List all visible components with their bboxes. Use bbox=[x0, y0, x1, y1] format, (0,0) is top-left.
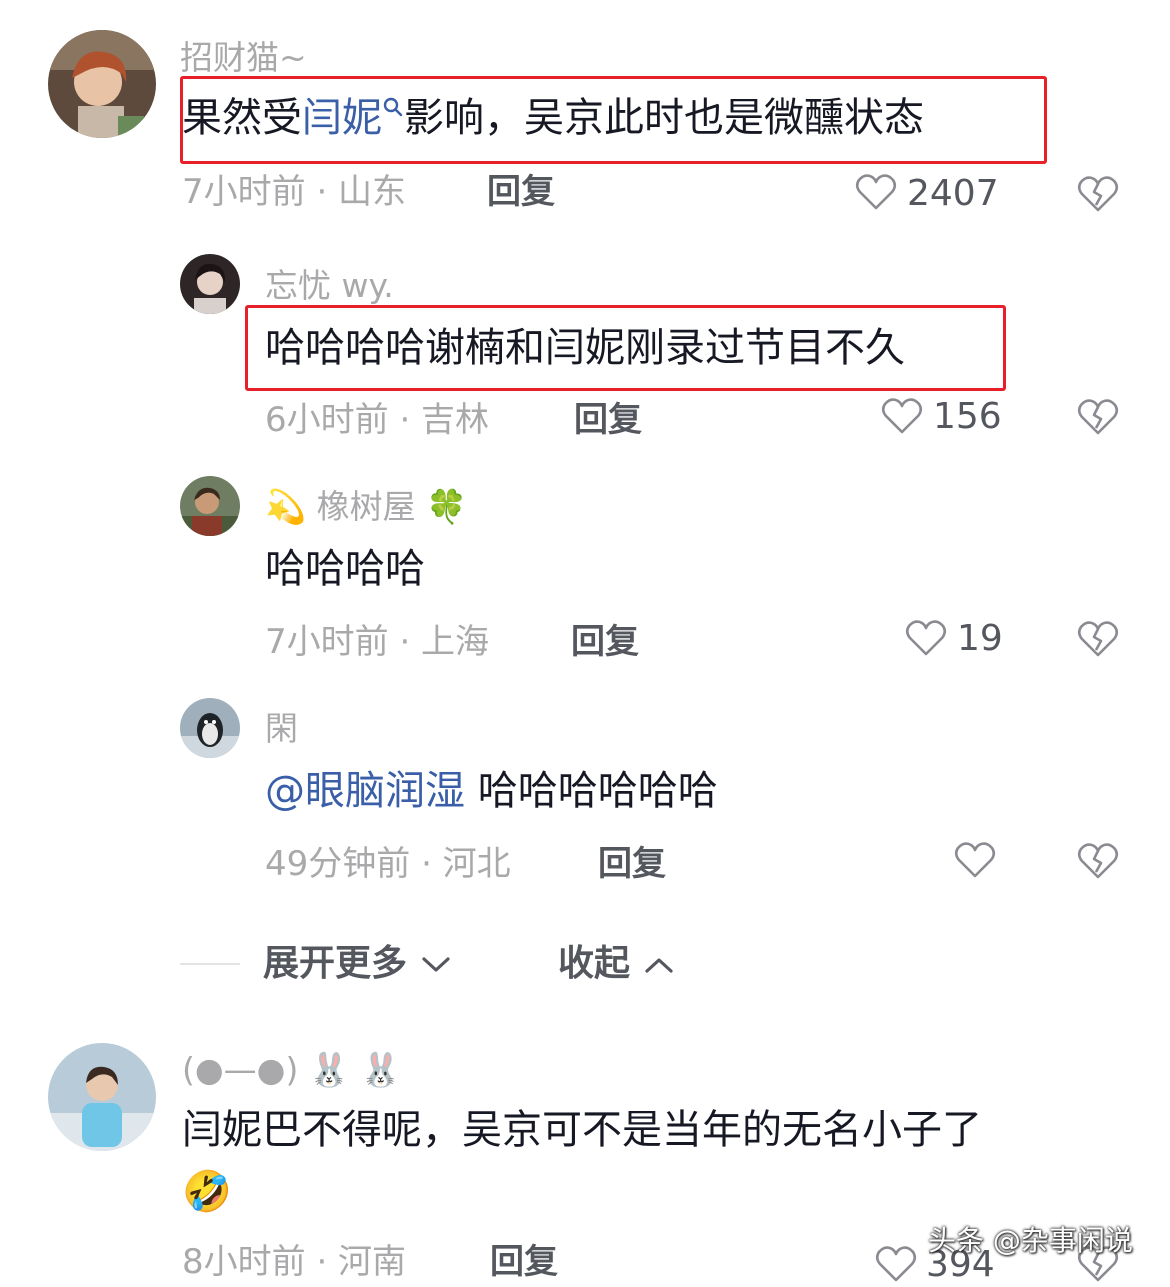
username-text: (●—●) bbox=[182, 1050, 299, 1089]
heart-icon[interactable] bbox=[881, 397, 923, 435]
like-count: 2407 bbox=[907, 173, 999, 214]
sparkle-emoji: 💫 bbox=[265, 487, 307, 526]
heart-icon[interactable] bbox=[875, 1245, 917, 1283]
heart-icon[interactable] bbox=[954, 841, 996, 879]
expand-more-label: 展开更多 bbox=[263, 943, 408, 984]
avatar[interactable] bbox=[180, 476, 240, 536]
heart-icon[interactable] bbox=[855, 173, 897, 211]
comment-username[interactable]: 忘忧 wy. bbox=[265, 266, 394, 306]
comment-username[interactable]: (●—●) 🐰 🐰 bbox=[182, 1050, 402, 1090]
reply-button[interactable]: 回复 bbox=[598, 842, 666, 886]
avatar[interactable] bbox=[48, 1043, 156, 1151]
expand-more-button[interactable]: 展开更多 bbox=[263, 942, 452, 986]
chevron-up-icon bbox=[643, 954, 675, 976]
comment-username[interactable]: 閑 bbox=[265, 709, 298, 749]
thread-divider bbox=[180, 963, 240, 965]
dislike-icon[interactable] bbox=[1077, 175, 1119, 213]
dislike-icon[interactable] bbox=[1077, 842, 1119, 880]
reply-button[interactable]: 回复 bbox=[571, 620, 639, 664]
clover-emoji: 🍀 bbox=[426, 487, 468, 526]
like-count: 156 bbox=[933, 396, 1002, 437]
comment-meta: 7小时前 · 山东 bbox=[182, 172, 407, 212]
avatar[interactable] bbox=[180, 698, 240, 758]
heart-icon[interactable] bbox=[905, 619, 947, 657]
dislike-icon[interactable] bbox=[1077, 620, 1119, 658]
comment-username[interactable]: 💫 橡树屋 🍀 bbox=[265, 487, 467, 527]
comment-username[interactable]: 招财猫~ bbox=[180, 38, 307, 78]
comment-meta: 6小时前 · 吉林 bbox=[265, 400, 490, 440]
reply-button[interactable]: 回复 bbox=[490, 1240, 558, 1284]
reply-button[interactable]: 回复 bbox=[574, 398, 642, 442]
highlight-box bbox=[245, 305, 1006, 391]
watermark: 头条 @杂事闲说 bbox=[928, 1224, 1133, 1257]
comment-content: @眼脑润湿 哈哈哈哈哈哈 bbox=[265, 765, 718, 817]
comment-meta: 7小时前 · 上海 bbox=[265, 622, 490, 662]
comment-meta: 8小时前 · 河南 bbox=[182, 1242, 407, 1282]
comment-content: 哈哈哈哈 bbox=[265, 546, 425, 592]
like-count: 19 bbox=[957, 618, 1003, 659]
username-text: 橡树屋 bbox=[316, 487, 416, 526]
comment-content: 闫妮巴不得呢，吴京可不是当年的无名小子了 bbox=[182, 1107, 982, 1153]
reply-button[interactable]: 回复 bbox=[487, 170, 555, 214]
avatar[interactable] bbox=[48, 30, 156, 138]
collapse-label: 收起 bbox=[558, 943, 631, 984]
comment-meta: 49分钟前 · 河北 bbox=[265, 844, 511, 884]
collapse-button[interactable]: 收起 bbox=[558, 942, 675, 986]
dislike-icon[interactable] bbox=[1077, 398, 1119, 436]
avatar[interactable] bbox=[180, 254, 240, 314]
highlight-box bbox=[180, 76, 1047, 164]
mention-link[interactable]: @眼脑润湿 bbox=[265, 768, 465, 814]
chevron-down-icon bbox=[420, 954, 452, 976]
comment-text: 哈哈哈哈哈哈 bbox=[477, 768, 718, 814]
rabbit-emoji: 🐰 🐰 bbox=[308, 1050, 402, 1089]
laughing-emoji: 🤣 bbox=[182, 1169, 232, 1215]
